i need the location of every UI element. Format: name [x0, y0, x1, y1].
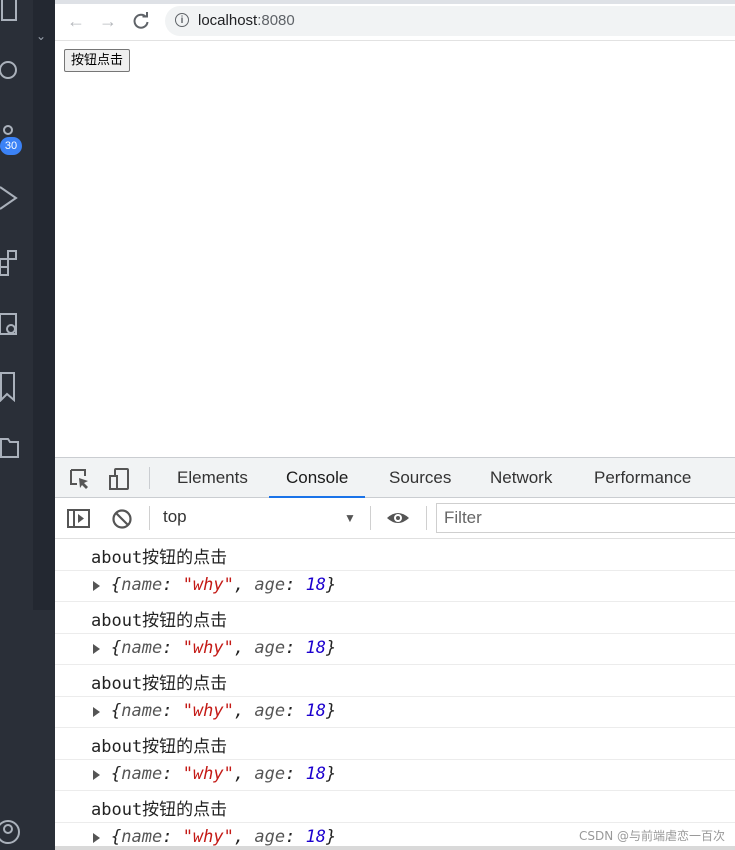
console-output: about按钮的点击 {name: "why", age: 18} about按…	[55, 539, 735, 850]
extensions-icon[interactable]	[0, 247, 26, 276]
device-toolbar-icon[interactable]	[109, 468, 131, 490]
run-debug-icon[interactable]	[0, 185, 26, 211]
browser-toolbar: ← → i localhost:8080	[55, 0, 735, 41]
context-selector[interactable]: top	[163, 507, 187, 527]
tab-strip	[55, 0, 735, 4]
console-object-row[interactable]: {name: "why", age: 18}	[55, 571, 735, 602]
info-icon[interactable]: i	[175, 13, 189, 27]
page-viewport: 按钮点击	[55, 41, 735, 457]
console-toolbar: top ▼ Filter	[55, 498, 735, 539]
forward-arrow-icon[interactable]: →	[97, 10, 119, 32]
notification-badge: 30	[0, 137, 22, 155]
url-text: localhost:8080	[198, 12, 295, 29]
chevron-down-icon[interactable]: ⌄	[36, 30, 46, 42]
inspect-element-icon[interactable]	[69, 468, 91, 490]
url-host: localhost	[198, 12, 258, 29]
toolbar-divider	[426, 506, 427, 530]
address-bar[interactable]: i localhost:8080	[165, 6, 735, 36]
toolbar-divider	[149, 506, 150, 530]
tab-console[interactable]: Console	[269, 458, 366, 498]
click-button[interactable]: 按钮点击	[64, 49, 131, 72]
object-preview: {name: "why", age: 18}	[111, 826, 337, 847]
bookmark-icon[interactable]	[0, 372, 26, 402]
watermark: CSDN @与前端虐恋一百次	[578, 829, 725, 843]
scrollbar-track[interactable]	[55, 846, 735, 850]
console-log-row: about按钮的点击	[55, 539, 735, 571]
object-preview: {name: "why", age: 18}	[111, 763, 337, 784]
log-text: about按钮的点击	[91, 548, 228, 568]
console-object-row[interactable]: {name: "why", age: 18}	[55, 760, 735, 791]
clear-console-icon[interactable]	[111, 508, 133, 530]
tab-sources[interactable]: Sources	[389, 458, 451, 498]
url-port: :8080	[257, 12, 295, 29]
log-text: about按钮的点击	[91, 611, 228, 631]
folder-icon[interactable]	[0, 435, 26, 461]
devtools-tab-bar: Elements Console Sources Network Perform…	[55, 457, 735, 498]
console-log-row: about按钮的点击	[55, 665, 735, 697]
tab-elements[interactable]: Elements	[177, 458, 248, 498]
remote-explorer-icon[interactable]	[0, 312, 26, 338]
show-sidebar-icon[interactable]	[67, 508, 90, 530]
search-icon[interactable]	[0, 57, 26, 83]
live-expression-eye-icon[interactable]	[386, 507, 409, 529]
tab-network[interactable]: Network	[490, 458, 552, 498]
reload-icon[interactable]	[130, 10, 152, 32]
object-preview: {name: "why", age: 18}	[111, 574, 337, 595]
tab-performance[interactable]: Performance	[594, 458, 691, 498]
account-icon[interactable]	[0, 818, 26, 844]
editor-activity-bar: ⌄ 30	[0, 0, 55, 850]
toolbar-divider	[149, 467, 150, 489]
dropdown-arrow-icon[interactable]: ▼	[344, 511, 356, 525]
log-text: about按钮的点击	[91, 737, 228, 757]
filter-input[interactable]: Filter	[436, 503, 735, 533]
console-log-row: about按钮的点击	[55, 728, 735, 760]
console-object-row[interactable]: {name: "why", age: 18}	[55, 697, 735, 728]
console-object-row[interactable]: {name: "why", age: 18}	[55, 634, 735, 665]
files-icon[interactable]	[0, 0, 26, 26]
editor-sidebar-edge	[33, 0, 55, 610]
console-log-row: about按钮的点击	[55, 791, 735, 823]
back-arrow-icon[interactable]: ←	[65, 10, 87, 32]
object-preview: {name: "why", age: 18}	[111, 700, 337, 721]
toolbar-divider	[370, 506, 371, 530]
object-preview: {name: "why", age: 18}	[111, 637, 337, 658]
log-text: about按钮的点击	[91, 674, 228, 694]
console-log-row: about按钮的点击	[55, 602, 735, 634]
log-text: about按钮的点击	[91, 800, 228, 820]
